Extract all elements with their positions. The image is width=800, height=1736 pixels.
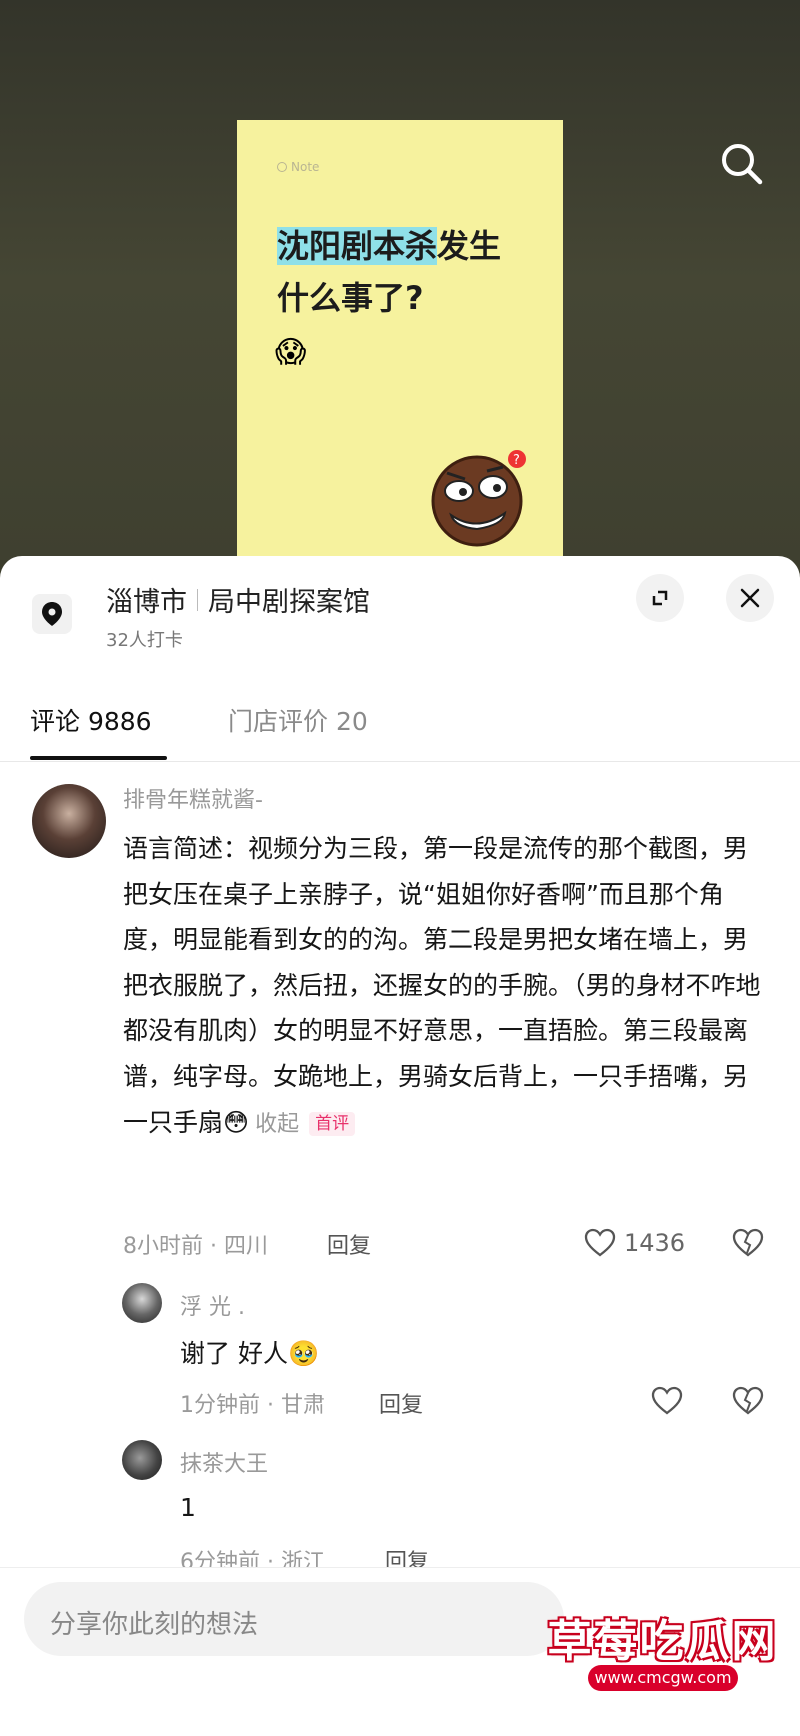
comment-body: 语言简述：视频分为三段，第一段是流传的那个截图，男把女压在桌子上亲脖子，说“姐姐… (123, 834, 761, 1137)
comment-username[interactable]: 排骨年糕就酱- (123, 782, 263, 814)
tab-divider (0, 761, 800, 762)
grimace-face-icon: ? (431, 450, 526, 547)
collapse-link[interactable]: 收起 (255, 1112, 299, 1137)
note-title: 沈阳剧本杀发生什么事了? (277, 220, 527, 324)
comment-input[interactable]: 分享你此刻的想法 (24, 1582, 564, 1656)
avatar[interactable] (32, 784, 106, 858)
dislike-broken-heart-icon[interactable] (732, 1386, 764, 1416)
expand-button[interactable] (636, 574, 684, 622)
location-pin-icon (32, 594, 72, 634)
watermark-title: 草莓吃瓜网 (547, 1616, 778, 1667)
first-comment-badge: 首评 (309, 1111, 356, 1136)
location-separator (197, 588, 198, 611)
tab-store-reviews[interactable]: 门店评价 20 (228, 702, 368, 738)
note-card[interactable]: Note 沈阳剧本杀发生什么事了? 😱 ? (237, 120, 563, 565)
note-label: Note (277, 160, 319, 174)
close-icon (740, 588, 760, 608)
holding-back-tears-emoji: 🥹 (287, 1339, 320, 1368)
reply-username[interactable]: 抹茶大王 (180, 1446, 268, 1478)
avatar[interactable] (122, 1440, 162, 1480)
watermark-url: www.cmcgw.com (588, 1665, 738, 1691)
comment-sheet: 淄博市 局中剧探案馆 32人打卡 评论 9886 门店评价 20 排骨年糕就酱-… (0, 556, 800, 1735)
flushed-emoji: 😳 (223, 1107, 250, 1137)
reply-button[interactable]: 回复 (379, 1387, 423, 1419)
comment-text: 语言简述：视频分为三段，第一段是流传的那个截图，男把女压在桌子上亲脖子，说“姐姐… (123, 826, 763, 1147)
like-heart-icon[interactable] (651, 1386, 683, 1416)
dislike-broken-heart-icon[interactable] (732, 1228, 764, 1258)
tab-active-indicator (30, 756, 167, 760)
location-city: 淄博市 (106, 587, 187, 618)
reply-meta: 1分钟前 · 甘肃 (180, 1393, 325, 1418)
tab-comments[interactable]: 评论 9886 (30, 702, 152, 738)
like-heart-icon[interactable] (584, 1228, 616, 1258)
avatar[interactable] (122, 1283, 162, 1323)
watermark: 草莓吃瓜网 www.cmcgw.com (540, 1605, 785, 1715)
search-icon[interactable] (718, 140, 766, 188)
checkin-count: 32人打卡 (106, 630, 183, 651)
reply-text: 谢了 好人🥹 (180, 1334, 319, 1370)
expand-icon (652, 590, 668, 606)
svg-text:?: ? (513, 453, 520, 468)
reply-username[interactable]: 浮 光 . (180, 1289, 245, 1321)
comment-input-placeholder: 分享你此刻的想法 (50, 1610, 259, 1640)
reply-body: 谢了 好人 (180, 1339, 288, 1368)
like-count: 1436 (624, 1229, 686, 1257)
scream-emoji: 😱 (275, 335, 307, 370)
note-title-highlight: 沈阳剧本杀 (277, 227, 438, 265)
note-ring-icon (277, 162, 287, 172)
location-title[interactable]: 淄博市 局中剧探案馆 (106, 580, 370, 619)
comment-meta: 8小时前 · 四川 (123, 1234, 268, 1259)
close-button[interactable] (726, 574, 774, 622)
reply-button[interactable]: 回复 (327, 1228, 371, 1260)
location-place: 局中剧探案馆 (208, 587, 370, 618)
note-label-text: Note (291, 160, 320, 174)
reply-text: 1 (180, 1493, 196, 1522)
